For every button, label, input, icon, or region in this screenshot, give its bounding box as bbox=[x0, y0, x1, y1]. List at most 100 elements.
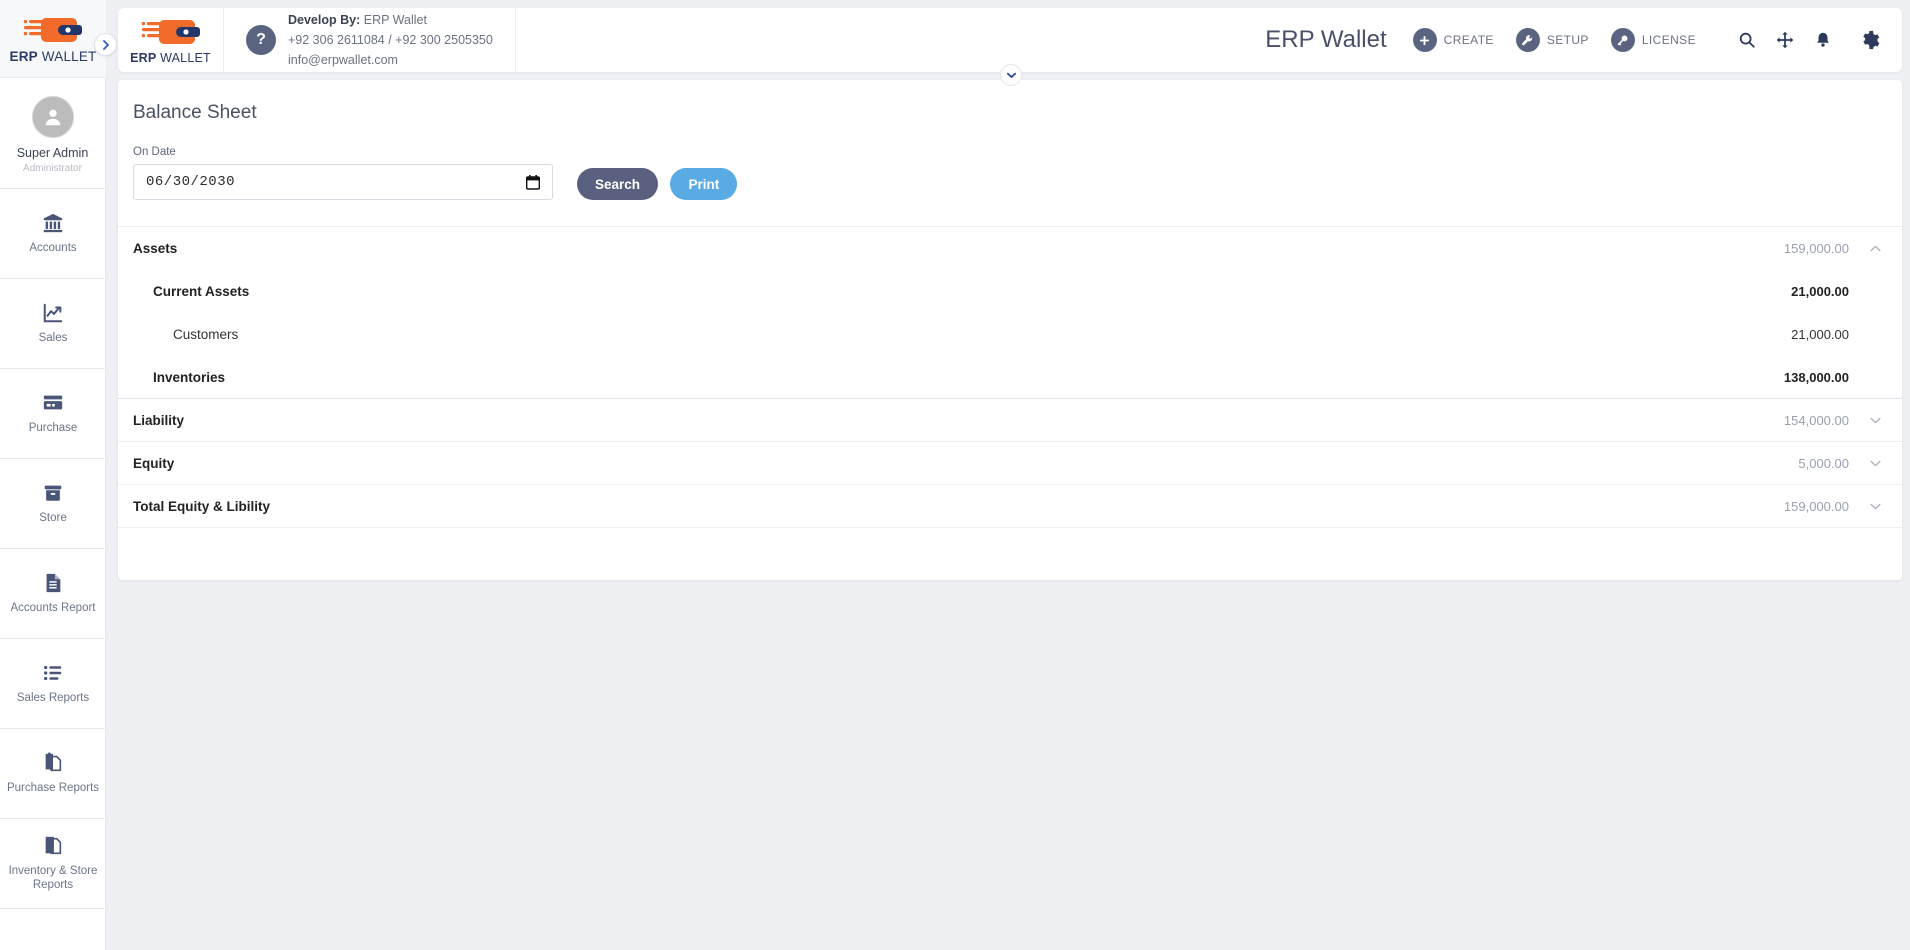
row-label: Assets bbox=[133, 241, 178, 256]
table-row[interactable]: Total Equity & Libility 159,000.00 bbox=[118, 485, 1902, 528]
move-arrows-icon[interactable] bbox=[1776, 31, 1794, 49]
row-amount: 159,000.00 bbox=[1783, 241, 1849, 256]
table-row[interactable]: Current Assets 21,000.00 bbox=[118, 270, 1902, 313]
row-amount: 154,000.00 bbox=[1783, 412, 1849, 428]
row-amount: 138,000.00 bbox=[1783, 369, 1849, 385]
table-row[interactable]: Customers 21,000.00 bbox=[118, 313, 1902, 356]
license-button[interactable]: LICENSE bbox=[1610, 28, 1696, 52]
chevron-down-icon bbox=[1006, 72, 1016, 78]
sidebar-item-accounts[interactable]: Accounts bbox=[0, 189, 106, 279]
box-icon bbox=[44, 485, 62, 501]
sidebar-item-sales[interactable]: Sales bbox=[0, 279, 106, 369]
on-date-label: On Date bbox=[133, 146, 176, 158]
brand-title: ERP Wallet bbox=[1265, 26, 1387, 53]
credit-card-icon bbox=[43, 395, 63, 410]
topbar-logo-text: ERP WALLET bbox=[130, 51, 211, 65]
question-mark-icon[interactable]: ? bbox=[246, 25, 276, 55]
setup-button[interactable]: SETUP bbox=[1515, 28, 1589, 52]
sidebar-item-sales-reports[interactable]: Sales Reports bbox=[0, 639, 106, 729]
row-label: Liability bbox=[133, 412, 185, 428]
chevron-down-icon[interactable] bbox=[1863, 503, 1887, 510]
sidebar-toggle-button[interactable] bbox=[94, 33, 117, 56]
row-amount: 159,000.00 bbox=[1783, 498, 1849, 514]
sidebar-logo-text: ERP WALLET bbox=[9, 49, 96, 64]
wrench-icon bbox=[1515, 28, 1540, 52]
balance-sheet-card: Balance Sheet On Date 06/30/2030 Search … bbox=[118, 80, 1902, 580]
logo-light: WALLET bbox=[156, 51, 211, 65]
search-icon[interactable] bbox=[1738, 31, 1756, 49]
table-row[interactable]: Liability 154,000.00 bbox=[118, 399, 1902, 442]
row-label: Inventories bbox=[153, 369, 226, 385]
row-label: Current Assets bbox=[153, 284, 250, 299]
top-bar: ERP WALLET ? Develop By: ERP Wallet +92 … bbox=[118, 8, 1902, 72]
topbar-actions: ERP Wallet CREATE SETUP LICENSE bbox=[1265, 8, 1902, 72]
sidebar-item-label: Sales bbox=[38, 331, 68, 344]
row-amount: 5,000.00 bbox=[1798, 455, 1849, 471]
logo-bold: ERP bbox=[130, 51, 157, 65]
row-label: Customers bbox=[173, 327, 239, 342]
plus-icon bbox=[1412, 28, 1437, 52]
sidebar-logo[interactable]: ERP WALLET bbox=[0, 0, 106, 78]
erp-wallet-logo-icon bbox=[141, 20, 200, 44]
topbar-logo[interactable]: ERP WALLET bbox=[118, 8, 224, 72]
sidebar-item-label: Accounts Report bbox=[10, 601, 96, 614]
bank-icon bbox=[43, 213, 63, 232]
developer-info: ? Develop By: ERP Wallet +92 306 2611084… bbox=[224, 8, 516, 72]
sidebar-item-purchase[interactable]: Purchase bbox=[0, 369, 106, 459]
sidebar-item-label: Store bbox=[39, 511, 67, 524]
documents-stack-icon bbox=[45, 836, 62, 854]
on-date-value: 06/30/2030 bbox=[146, 174, 236, 190]
logo-light: WALLET bbox=[37, 49, 97, 64]
user-role: Administrator bbox=[23, 163, 82, 174]
create-button[interactable]: CREATE bbox=[1412, 28, 1494, 52]
table-row[interactable]: Assets 159,000.00 bbox=[118, 227, 1902, 270]
header-collapse-button[interactable] bbox=[1000, 64, 1022, 86]
bell-icon[interactable] bbox=[1814, 31, 1832, 49]
balance-sheet-table: Assets 159,000.00 Current Assets 21,000.… bbox=[118, 226, 1902, 528]
copy-documents-icon bbox=[45, 752, 62, 771]
search-button[interactable]: Search bbox=[577, 168, 659, 200]
erp-wallet-logo-icon bbox=[23, 18, 82, 42]
sidebar-item-store[interactable]: Store bbox=[0, 459, 106, 549]
chevron-down-icon[interactable] bbox=[1863, 460, 1887, 467]
table-row[interactable]: Inventories 138,000.00 bbox=[118, 356, 1902, 399]
chevron-down-icon[interactable] bbox=[1863, 417, 1887, 424]
develop-by-label: Develop By: bbox=[288, 13, 361, 27]
license-label: LICENSE bbox=[1641, 33, 1696, 47]
date-field-group: On Date 06/30/2030 bbox=[133, 146, 553, 200]
sidebar-item-purchase-reports[interactable]: Purchase Reports bbox=[0, 729, 106, 819]
page-title: Balance Sheet bbox=[133, 102, 257, 123]
sidebar-item-inventory-store-reports[interactable]: Inventory & Store Reports bbox=[0, 819, 106, 909]
develop-by-line: Develop By: ERP Wallet bbox=[288, 10, 493, 30]
list-icon bbox=[44, 665, 62, 680]
row-amount: 21,000.00 bbox=[1791, 284, 1849, 299]
sidebar-item-label: Inventory & Store Reports bbox=[8, 864, 98, 891]
sidebar-item-label: Purchase bbox=[28, 421, 78, 434]
chevron-up-icon[interactable] bbox=[1863, 245, 1887, 252]
develop-by-value: ERP Wallet bbox=[363, 13, 427, 27]
sidebar-item-label: Sales Reports bbox=[16, 691, 90, 704]
sidebar-item-label: Accounts bbox=[29, 241, 77, 254]
on-date-input[interactable]: 06/30/2030 bbox=[133, 164, 553, 200]
user-name: Super Admin bbox=[16, 146, 89, 160]
sidebar-item-accounts-report[interactable]: Accounts Report bbox=[0, 549, 106, 639]
document-lines-icon bbox=[46, 573, 61, 592]
key-icon bbox=[1610, 28, 1635, 52]
user-profile[interactable]: Super Admin Administrator bbox=[0, 78, 105, 189]
row-label: Equity bbox=[133, 455, 175, 471]
table-row[interactable]: Equity 5,000.00 bbox=[118, 442, 1902, 485]
filter-buttons: Search Print bbox=[577, 168, 738, 200]
setup-label: SETUP bbox=[1546, 33, 1589, 47]
user-avatar-icon bbox=[45, 109, 60, 126]
row-label: Total Equity & Libility bbox=[133, 498, 270, 514]
avatar bbox=[31, 96, 74, 138]
contact-phone: +92 306 2611084 / +92 300 2505350 bbox=[288, 33, 493, 47]
row-amount: 21,000.00 bbox=[1791, 327, 1849, 342]
line-chart-icon bbox=[43, 303, 63, 323]
sidebar: ERP WALLET Super Admin Administrator Acc… bbox=[0, 0, 117, 950]
print-button[interactable]: Print bbox=[670, 168, 738, 200]
sidebar-item-label: Purchase Reports bbox=[6, 781, 100, 794]
calendar-icon[interactable] bbox=[526, 174, 540, 190]
gear-icon[interactable] bbox=[1858, 29, 1880, 51]
chevron-right-icon bbox=[102, 39, 109, 50]
